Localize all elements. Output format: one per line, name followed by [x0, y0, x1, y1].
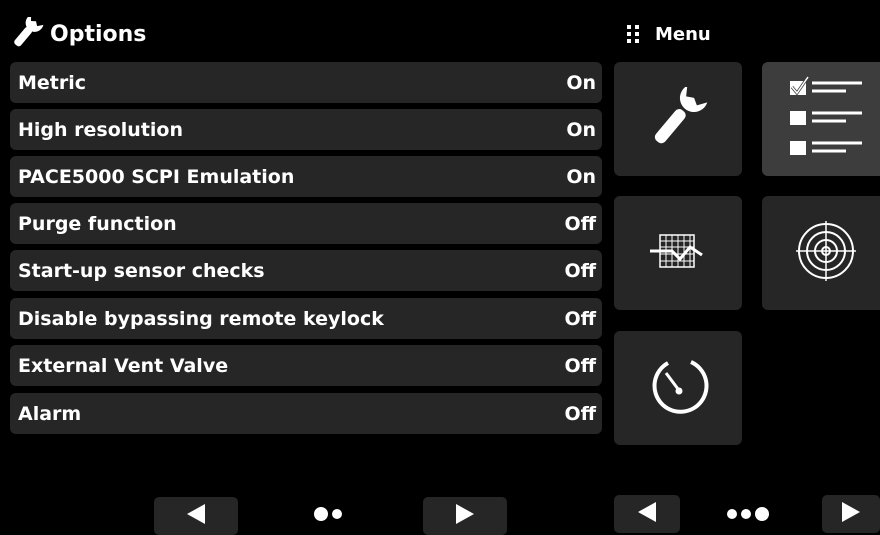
target-icon — [794, 219, 858, 287]
menu-prev-button[interactable] — [614, 495, 680, 533]
option-label: Alarm — [18, 402, 82, 425]
page-title: Options — [50, 21, 147, 47]
settings-tile[interactable] — [614, 62, 742, 176]
menu-page-indicator — [727, 507, 769, 521]
option-row-sensor-checks[interactable]: Start-up sensor checks Off — [10, 250, 602, 291]
chart-icon — [646, 227, 710, 279]
page-indicator — [314, 507, 342, 521]
arrow-left-icon — [185, 502, 207, 530]
menu-next-button[interactable] — [822, 495, 880, 533]
option-value: Off — [564, 212, 596, 235]
grip-icon — [627, 25, 639, 43]
option-row-purge-function[interactable]: Purge function Off — [10, 203, 602, 244]
option-row-high-resolution[interactable]: High resolution On — [10, 109, 602, 150]
option-label: External Vent Valve — [18, 354, 229, 377]
next-page-button[interactable] — [423, 497, 507, 535]
option-label: Disable bypassing remote keylock — [18, 307, 384, 330]
timer-tile[interactable] — [614, 331, 742, 445]
arrow-right-icon — [454, 502, 476, 530]
menu-label: Menu — [655, 23, 711, 45]
menu-header[interactable]: Menu — [627, 14, 711, 54]
option-row-metric[interactable]: Metric On — [10, 62, 602, 103]
option-value: Off — [564, 402, 596, 425]
wrench-icon — [10, 14, 44, 51]
option-value: On — [566, 118, 596, 141]
option-value: Off — [564, 307, 596, 330]
option-row-external-vent-valve[interactable]: External Vent Valve Off — [10, 345, 602, 386]
options-tile[interactable] — [762, 62, 880, 176]
option-row-remote-keylock[interactable]: Disable bypassing remote keylock Off — [10, 298, 602, 339]
option-label: High resolution — [18, 118, 183, 141]
option-label: Start-up sensor checks — [18, 259, 265, 282]
wrench-icon — [643, 85, 713, 151]
option-row-scpi-emulation[interactable]: PACE5000 SCPI Emulation On — [10, 156, 602, 197]
arrow-left-icon — [636, 500, 658, 528]
option-value: On — [566, 71, 596, 94]
timer-icon — [643, 351, 713, 425]
option-value: Off — [564, 259, 596, 282]
prev-page-button[interactable] — [154, 497, 238, 535]
options-header: Options — [10, 14, 146, 54]
chart-tile[interactable] — [614, 196, 742, 310]
target-tile[interactable] — [762, 196, 880, 310]
option-value: Off — [564, 354, 596, 377]
option-label: Purge function — [18, 212, 177, 235]
option-label: PACE5000 SCPI Emulation — [18, 165, 295, 188]
arrow-right-icon — [840, 500, 862, 528]
checklist-icon — [776, 69, 876, 169]
option-label: Metric — [18, 71, 87, 94]
option-value: On — [566, 165, 596, 188]
option-row-alarm[interactable]: Alarm Off — [10, 393, 602, 434]
